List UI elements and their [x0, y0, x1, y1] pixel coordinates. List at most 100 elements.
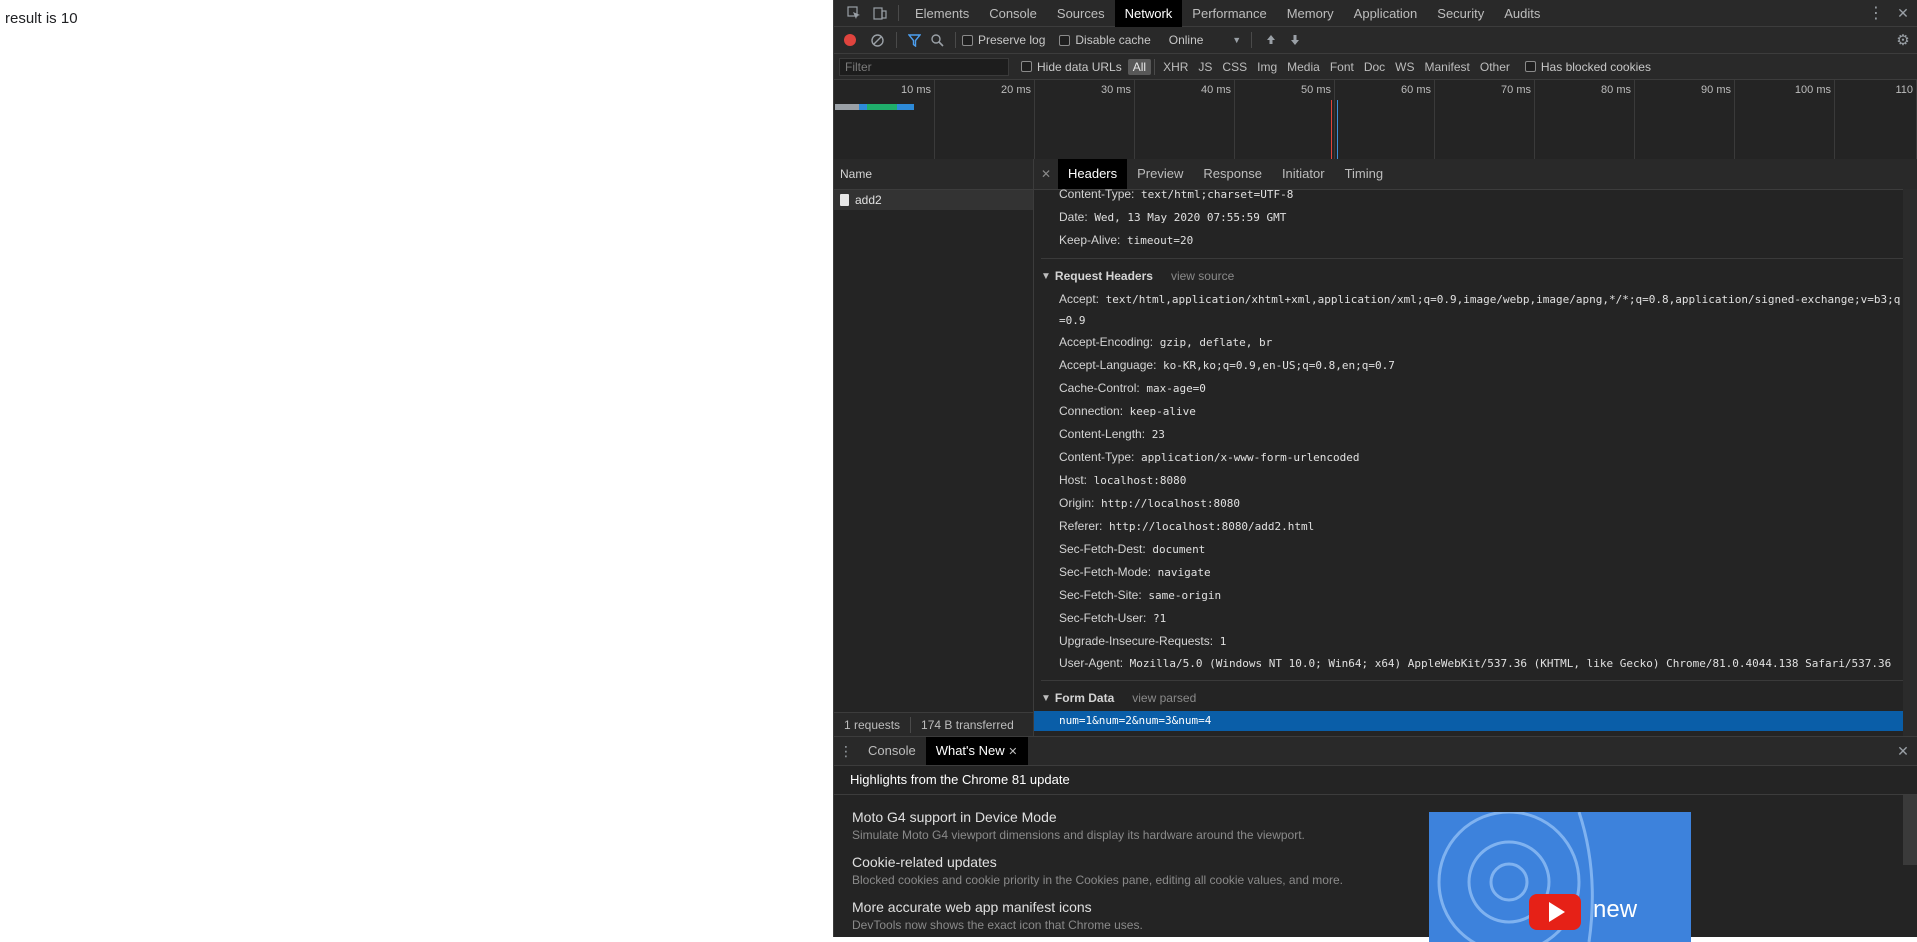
filter-type-js[interactable]: JS [1193, 59, 1217, 75]
disable-cache-checkbox[interactable] [1059, 34, 1071, 46]
filter-type-xhr[interactable]: XHR [1158, 59, 1193, 75]
close-details-icon[interactable]: ✕ [1034, 167, 1058, 181]
clear-icon[interactable] [864, 33, 890, 47]
timeline-tick: 90 ms [1701, 80, 1735, 159]
tabbar-divider [898, 5, 899, 21]
form-data-row[interactable]: num=1&num=2&num=3&num=4 [1034, 711, 1903, 731]
filter-type-other[interactable]: Other [1475, 59, 1515, 75]
timeline-tick: 60 ms [1401, 80, 1435, 159]
request-headers-section[interactable]: ▼ Request Headers view source [1041, 258, 1903, 289]
filter-type-media[interactable]: Media [1282, 59, 1325, 75]
tab-audits[interactable]: Audits [1494, 0, 1550, 27]
request-header-row: Origin: http://localhost:8080 [1059, 496, 1241, 510]
filter-type-doc[interactable]: Doc [1359, 59, 1390, 75]
tab-elements[interactable]: Elements [905, 0, 979, 27]
search-icon[interactable] [925, 33, 949, 47]
filter-type-all[interactable]: All [1127, 58, 1152, 75]
tab-preview[interactable]: Preview [1127, 159, 1193, 189]
request-name: add2 [855, 193, 882, 207]
whats-new-item-title: Cookie-related updates [852, 854, 997, 870]
page-result-text: result is 10 [5, 10, 78, 27]
filter-type-img[interactable]: Img [1252, 59, 1282, 75]
more-options-icon[interactable]: ⋮ [1863, 3, 1889, 23]
drawer-menu-icon[interactable]: ⋮ [834, 743, 858, 760]
request-header-row: Sec-Fetch-Dest: document [1059, 542, 1206, 556]
request-header-row: User-Agent: Mozilla/5.0 (Windows NT 10.0… [1059, 656, 1892, 670]
request-list: Name add2 1 requests 174 B transferred [834, 159, 1034, 736]
tab-application[interactable]: Application [1344, 0, 1428, 27]
export-har-icon[interactable] [1284, 34, 1306, 46]
filter-type-css[interactable]: CSS [1217, 59, 1252, 75]
form-data-section[interactable]: ▼ Form Data view parsed [1041, 680, 1903, 711]
request-header-row: Sec-Fetch-User: ?1 [1059, 611, 1167, 625]
throttling-select[interactable]: Online [1169, 33, 1229, 47]
timeline-request-bar-ttfb [867, 104, 897, 110]
whats-new-item[interactable]: More accurate web app manifest icons Dev… [852, 899, 1143, 932]
hide-data-urls-checkbox[interactable] [1021, 61, 1032, 72]
drawer-tab-whats-new[interactable]: What's New ✕ [925, 737, 1028, 765]
timeline-tick: 50 ms [1301, 80, 1335, 159]
filter-divider [1154, 58, 1156, 75]
view-parsed-link[interactable]: view parsed [1132, 691, 1196, 705]
details-tabbar: ✕ Headers Preview Response Initiator Tim… [1034, 159, 1917, 190]
expand-triangle-icon: ▼ [1041, 692, 1051, 704]
drawer-tabbar: ⋮ Console What's New ✕ ✕ [834, 737, 1917, 766]
whats-new-item[interactable]: Moto G4 support in Device Mode Simulate … [852, 809, 1305, 842]
request-header-row: Referer: http://localhost:8080/add2.html [1059, 519, 1315, 533]
tab-headers[interactable]: Headers [1058, 159, 1128, 189]
chevron-down-icon[interactable]: ▼ [1229, 35, 1245, 45]
close-tab-icon[interactable]: ✕ [1008, 746, 1017, 758]
tab-timing[interactable]: Timing [1335, 159, 1394, 189]
response-header-row: Keep-Alive: timeout=20 [1059, 233, 1194, 247]
drawer-tab-console[interactable]: Console [858, 737, 926, 765]
whats-new-video-thumbnail[interactable]: new [1429, 812, 1691, 942]
whats-new-item-desc: DevTools now shows the exact icon that C… [852, 918, 1143, 932]
has-blocked-cookies-checkbox[interactable] [1524, 61, 1536, 72]
inspect-element-icon[interactable] [840, 6, 868, 20]
preserve-log-checkbox[interactable] [962, 34, 973, 46]
drawer-scrollbar[interactable] [1903, 795, 1917, 865]
tab-security[interactable]: Security [1427, 0, 1494, 27]
timeline-tick: 20 ms [1001, 80, 1035, 159]
tab-network[interactable]: Network [1114, 0, 1183, 27]
close-drawer-icon[interactable]: ✕ [1889, 743, 1917, 760]
tab-sources[interactable]: Sources [1047, 0, 1115, 27]
import-har-icon[interactable] [1258, 34, 1284, 46]
tab-response[interactable]: Response [1193, 159, 1272, 189]
tab-console[interactable]: Console [979, 0, 1047, 27]
transferred-size: 174 B transferred [921, 717, 1014, 732]
devtools-tabbar: Elements Console Sources Network Perform… [834, 0, 1917, 27]
close-devtools-icon[interactable]: ✕ [1889, 5, 1917, 22]
response-header-row: Content-Type: text/html;charset=UTF-8 [1059, 189, 1294, 201]
request-header-row: Accept-Language: ko-KR,ko;q=0.9,en-US;q=… [1059, 358, 1395, 372]
network-toolbar: Preserve log Disable cache Online ▼ ⚙ [834, 27, 1917, 54]
whats-new-item[interactable]: Cookie-related updates Blocked cookies a… [852, 854, 1343, 887]
view-source-link[interactable]: view source [1171, 269, 1234, 283]
whats-new-item-desc: Blocked cookies and cookie priority in t… [852, 873, 1343, 887]
tab-initiator[interactable]: Initiator [1272, 159, 1335, 189]
timeline-domcontentloaded-line [1331, 100, 1332, 159]
filter-icon[interactable] [903, 33, 925, 47]
request-header-row: Sec-Fetch-Site: same-origin [1059, 588, 1222, 602]
timeline-tick: 70 ms [1501, 80, 1535, 159]
gear-icon[interactable]: ⚙ [1889, 31, 1917, 49]
details-scrollbar[interactable] [1903, 189, 1917, 736]
tab-performance[interactable]: Performance [1182, 0, 1276, 27]
promo-text: new [1593, 896, 1638, 923]
network-overview-timeline[interactable]: 10 ms 20 ms 30 ms 40 ms 50 ms 60 ms 70 m… [834, 80, 1917, 160]
device-toggle-icon[interactable] [868, 6, 892, 20]
filter-type-font[interactable]: Font [1325, 59, 1359, 75]
request-row[interactable]: add2 [834, 190, 1033, 210]
request-header-row: Content-Length: 23 [1059, 427, 1165, 441]
name-column-header[interactable]: Name [834, 159, 1033, 190]
request-header-row: Connection: keep-alive [1059, 404, 1196, 418]
request-header-row: Content-Type: application/x-www-form-url… [1059, 450, 1360, 464]
record-icon[interactable] [836, 33, 864, 47]
filter-type-manifest[interactable]: Manifest [1420, 59, 1475, 75]
tab-memory[interactable]: Memory [1277, 0, 1344, 27]
request-details-pane: ✕ Headers Preview Response Initiator Tim… [1034, 159, 1917, 736]
whats-new-item-title: More accurate web app manifest icons [852, 899, 1092, 915]
request-header-row: Host: localhost:8080 [1059, 473, 1187, 487]
filter-type-ws[interactable]: WS [1390, 59, 1419, 75]
filter-input[interactable] [839, 57, 1009, 76]
